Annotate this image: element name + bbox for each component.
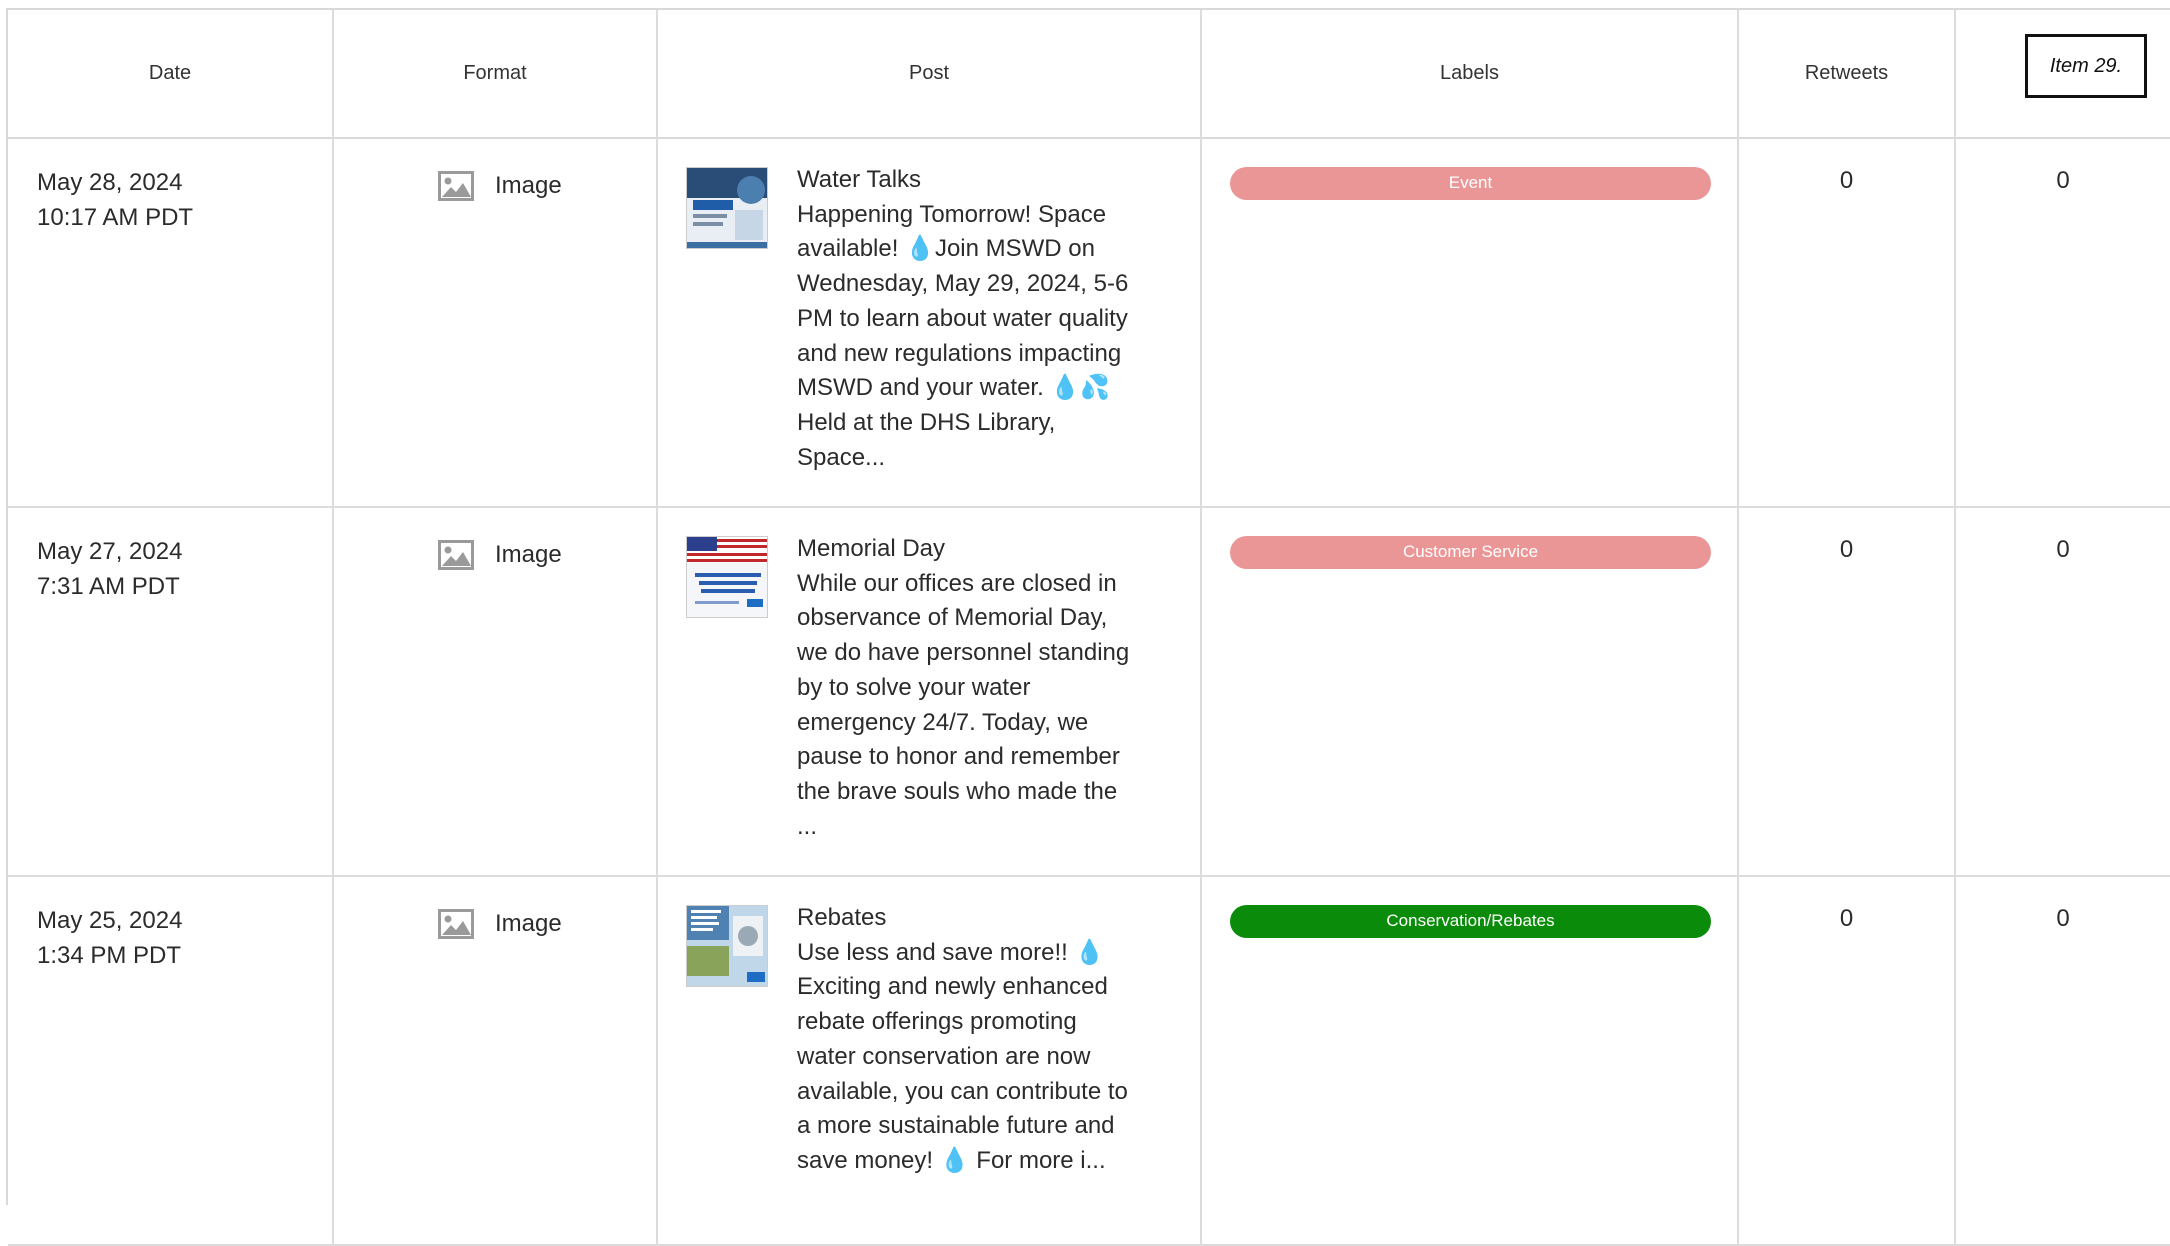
post-cell[interactable]: Rebates Use less and save more!! 💧 Excit… [658,875,1202,1244]
format-cell: Image [334,137,658,506]
label-badge[interactable]: Event [1230,167,1711,200]
post-thumbnail[interactable] [686,167,768,249]
post-date: May 25, 2024 [37,907,183,934]
post-cell[interactable]: Memorial Day While our offices are close… [658,506,1202,875]
header-col6: Item 29. [1956,10,2170,137]
retweets-cell: 0 [1739,137,1956,506]
col6-cell: 0 [1956,875,2170,1244]
image-icon [438,540,474,570]
post-body: While our offices are closed in observan… [797,569,1130,840]
col6-value: 0 [2056,167,2070,194]
post-body: Happening Tomorrow! Space available! 💧Jo… [797,200,1129,471]
post-date: May 27, 2024 [37,538,183,565]
format-label: Image [495,910,562,937]
posts-table: Date Format Post Labels Retweets Item 29… [6,8,2170,1246]
header-format[interactable]: Format [334,10,658,137]
post-time: 10:17 AM PDT [37,204,194,231]
retweets-cell: 0 [1739,506,1956,875]
post-title: Memorial Day [797,535,946,562]
table-row[interactable]: May 28, 2024 10:17 AM PDT Image Water Ta… [8,137,2170,508]
post-date: May 28, 2024 [37,169,183,196]
retweets-count: 0 [1839,167,1854,194]
labels-cell: Event [1202,137,1739,506]
image-icon [438,171,474,201]
labels-cell: Conservation/Rebates [1202,875,1739,1244]
header-post[interactable]: Post [658,10,1202,137]
item-label-box: Item 29. [2025,34,2147,98]
post-thumbnail[interactable] [686,905,768,987]
post-cell[interactable]: Water Talks Happening Tomorrow! Space av… [658,137,1202,506]
format-label: Image [495,172,562,199]
retweets-count: 0 [1839,536,1854,563]
col6-value: 0 [2056,536,2070,563]
labels-cell: Customer Service [1202,506,1739,875]
format-cell: Image [334,875,658,1244]
format-cell: Image [334,506,658,875]
post-thumbnail[interactable] [686,536,768,618]
col6-cell: 0 [1956,506,2170,875]
table-header: Date Format Post Labels Retweets Item 29… [8,10,2170,139]
label-badge[interactable]: Conservation/Rebates [1230,905,1711,938]
table-row[interactable]: May 27, 2024 7:31 AM PDT Image Memorial … [8,506,2170,877]
header-labels[interactable]: Labels [1202,10,1739,137]
table-row[interactable]: May 25, 2024 1:34 PM PDT Image Rebates U… [8,875,2170,1246]
retweets-cell: 0 [1739,875,1956,1244]
date-cell: May 25, 2024 1:34 PM PDT [8,875,334,1244]
date-cell: May 27, 2024 7:31 AM PDT [8,506,334,875]
post-body: Use less and save more!! 💧 Exciting and … [797,938,1128,1174]
image-icon [438,909,474,939]
date-cell: May 28, 2024 10:17 AM PDT [8,137,334,506]
col6-value: 0 [2056,905,2070,932]
post-time: 7:31 AM PDT [37,573,180,600]
post-title: Rebates [797,904,887,931]
label-badge[interactable]: Customer Service [1230,536,1711,569]
format-label: Image [495,541,562,568]
col6-cell: 0 [1956,137,2170,506]
retweets-count: 0 [1839,905,1854,932]
header-date[interactable]: Date [8,10,334,137]
post-title: Water Talks [797,166,922,193]
header-retweets[interactable]: Retweets [1739,10,1956,137]
post-time: 1:34 PM PDT [37,942,182,969]
